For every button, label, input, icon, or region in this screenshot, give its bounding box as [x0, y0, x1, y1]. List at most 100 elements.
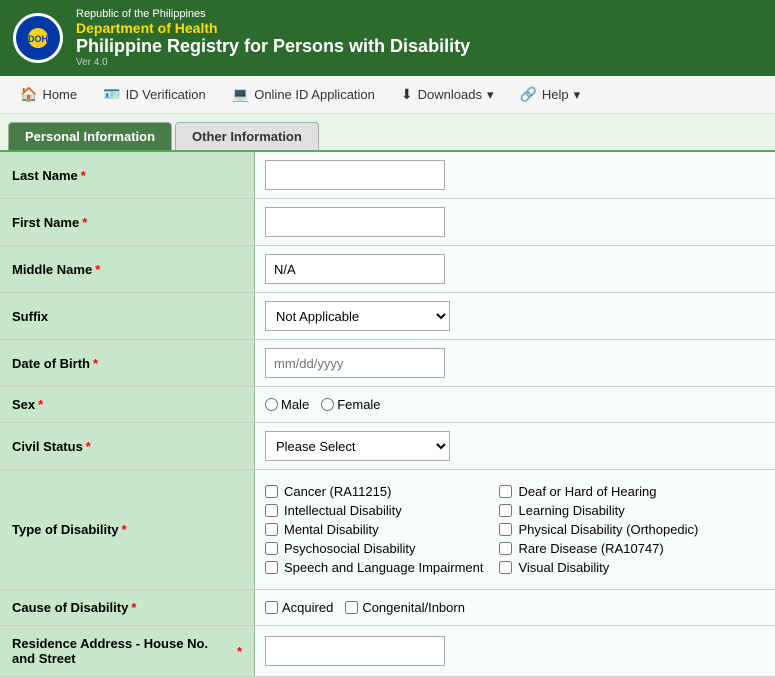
first-name-input[interactable]	[265, 207, 445, 237]
rare-label: Rare Disease (RA10747)	[518, 541, 663, 556]
psychosocial-label: Psychosocial Disability	[284, 541, 416, 556]
app-header: DOH Republic of the Philippines Departme…	[0, 0, 775, 76]
suffix-control: Not Applicable Jr. Sr. II III IV	[255, 293, 775, 339]
cause-required: *	[131, 600, 136, 615]
sex-male-radio[interactable]	[265, 398, 278, 411]
residence-input[interactable]	[265, 636, 445, 666]
civil-status-select[interactable]: Please Select Single Married Widowed Sep…	[265, 431, 450, 461]
download-icon: ⬇	[401, 86, 413, 103]
id-icon: 🪪	[103, 86, 120, 103]
sex-control: Male Female	[255, 387, 775, 422]
form-body: Last Name * First Name * Middle Name * S…	[0, 152, 775, 677]
first-name-required: *	[82, 215, 87, 230]
nav-help-label: Help	[542, 87, 569, 102]
last-name-required: *	[81, 168, 86, 183]
learning-label: Learning Disability	[518, 503, 624, 518]
mental-label: Mental Disability	[284, 522, 379, 537]
nav-downloads[interactable]: ⬇ Downloads ▾	[389, 80, 506, 109]
help-chevron-icon: ▾	[574, 87, 581, 103]
cause-label: Cause of Disability *	[0, 590, 255, 625]
disability-cancer: Cancer (RA11215)	[265, 484, 483, 499]
dob-required: *	[93, 356, 98, 371]
dob-label: Date of Birth *	[0, 340, 255, 386]
dob-input[interactable]	[265, 348, 445, 378]
middle-name-required: *	[95, 262, 100, 277]
visual-label: Visual Disability	[518, 560, 609, 575]
logo: DOH	[12, 12, 64, 64]
disability-intellectual: Intellectual Disability	[265, 503, 483, 518]
learning-checkbox[interactable]	[499, 504, 512, 517]
cause-congenital-checkbox[interactable]	[345, 601, 358, 614]
civil-status-required: *	[86, 439, 91, 454]
middle-name-input[interactable]	[265, 254, 445, 284]
cause-congenital-label[interactable]: Congenital/Inborn	[345, 600, 465, 615]
residence-label: Residence Address - House No. and Street…	[0, 626, 255, 676]
disability-grid: Cancer (RA11215) Deaf or Hard of Hearing…	[265, 476, 718, 583]
nav-home[interactable]: 🏠 Home	[8, 80, 89, 109]
sex-female-label[interactable]: Female	[321, 397, 380, 412]
last-name-control	[255, 152, 775, 198]
nav-help[interactable]: 🔗 Help ▾	[507, 80, 592, 109]
cause-acquired-label[interactable]: Acquired	[265, 600, 333, 615]
speech-checkbox[interactable]	[265, 561, 278, 574]
nav-home-label: Home	[42, 87, 77, 102]
downloads-chevron-icon: ▾	[487, 87, 494, 103]
residence-control	[255, 626, 775, 676]
residence-required: *	[237, 644, 242, 659]
psychosocial-checkbox[interactable]	[265, 542, 278, 555]
first-name-label: First Name *	[0, 199, 255, 245]
cause-acquired-checkbox[interactable]	[265, 601, 278, 614]
nav-online-label: Online ID Application	[254, 87, 375, 102]
first-name-control	[255, 199, 775, 245]
disability-rare: Rare Disease (RA10747)	[499, 541, 717, 556]
help-icon: 🔗	[519, 86, 536, 103]
sex-row: Sex * Male Female	[0, 387, 775, 423]
disability-visual: Visual Disability	[499, 560, 717, 575]
civil-status-label: Civil Status *	[0, 423, 255, 469]
tab-other[interactable]: Other Information	[175, 122, 319, 150]
dob-row: Date of Birth *	[0, 340, 775, 387]
nav-online-id[interactable]: 💻 Online ID Application	[220, 80, 387, 109]
sex-required: *	[38, 397, 43, 412]
disability-speech: Speech and Language Impairment	[265, 560, 483, 575]
deaf-checkbox[interactable]	[499, 485, 512, 498]
middle-name-row: Middle Name *	[0, 246, 775, 293]
intellectual-checkbox[interactable]	[265, 504, 278, 517]
cause-row: Cause of Disability * Acquired Congenita…	[0, 590, 775, 626]
cause-congenital-text: Congenital/Inborn	[362, 600, 465, 615]
online-icon: 💻	[232, 86, 249, 103]
header-text: Republic of the Philippines Department o…	[76, 8, 470, 68]
sex-female-radio[interactable]	[321, 398, 334, 411]
nav-downloads-label: Downloads	[418, 87, 482, 102]
dept-label: Department of Health	[76, 20, 470, 36]
dob-control	[255, 340, 775, 386]
disability-deaf: Deaf or Hard of Hearing	[499, 484, 717, 499]
suffix-row: Suffix Not Applicable Jr. Sr. II III IV	[0, 293, 775, 340]
disability-label: Type of Disability *	[0, 470, 255, 589]
sex-label: Sex *	[0, 387, 255, 422]
intellectual-label: Intellectual Disability	[284, 503, 402, 518]
rare-checkbox[interactable]	[499, 542, 512, 555]
civil-status-row: Civil Status * Please Select Single Marr…	[0, 423, 775, 470]
home-icon: 🏠	[20, 86, 37, 103]
last-name-row: Last Name *	[0, 152, 775, 199]
suffix-select[interactable]: Not Applicable Jr. Sr. II III IV	[265, 301, 450, 331]
last-name-label: Last Name *	[0, 152, 255, 198]
disability-physical: Physical Disability (Orthopedic)	[499, 522, 717, 537]
civil-status-control: Please Select Single Married Widowed Sep…	[255, 423, 775, 469]
last-name-input[interactable]	[265, 160, 445, 190]
residence-row: Residence Address - House No. and Street…	[0, 626, 775, 677]
sex-male-label[interactable]: Male	[265, 397, 309, 412]
disability-row: Type of Disability * Cancer (RA11215) De…	[0, 470, 775, 590]
physical-checkbox[interactable]	[499, 523, 512, 536]
disability-control: Cancer (RA11215) Deaf or Hard of Hearing…	[255, 470, 775, 589]
nav-id-verification[interactable]: 🪪 ID Verification	[91, 80, 218, 109]
middle-name-label: Middle Name *	[0, 246, 255, 292]
mental-checkbox[interactable]	[265, 523, 278, 536]
tab-personal[interactable]: Personal Information	[8, 122, 172, 150]
navigation: 🏠 Home 🪪 ID Verification 💻 Online ID App…	[0, 76, 775, 114]
deaf-label: Deaf or Hard of Hearing	[518, 484, 656, 499]
visual-checkbox[interactable]	[499, 561, 512, 574]
cancer-checkbox[interactable]	[265, 485, 278, 498]
disability-mental: Mental Disability	[265, 522, 483, 537]
